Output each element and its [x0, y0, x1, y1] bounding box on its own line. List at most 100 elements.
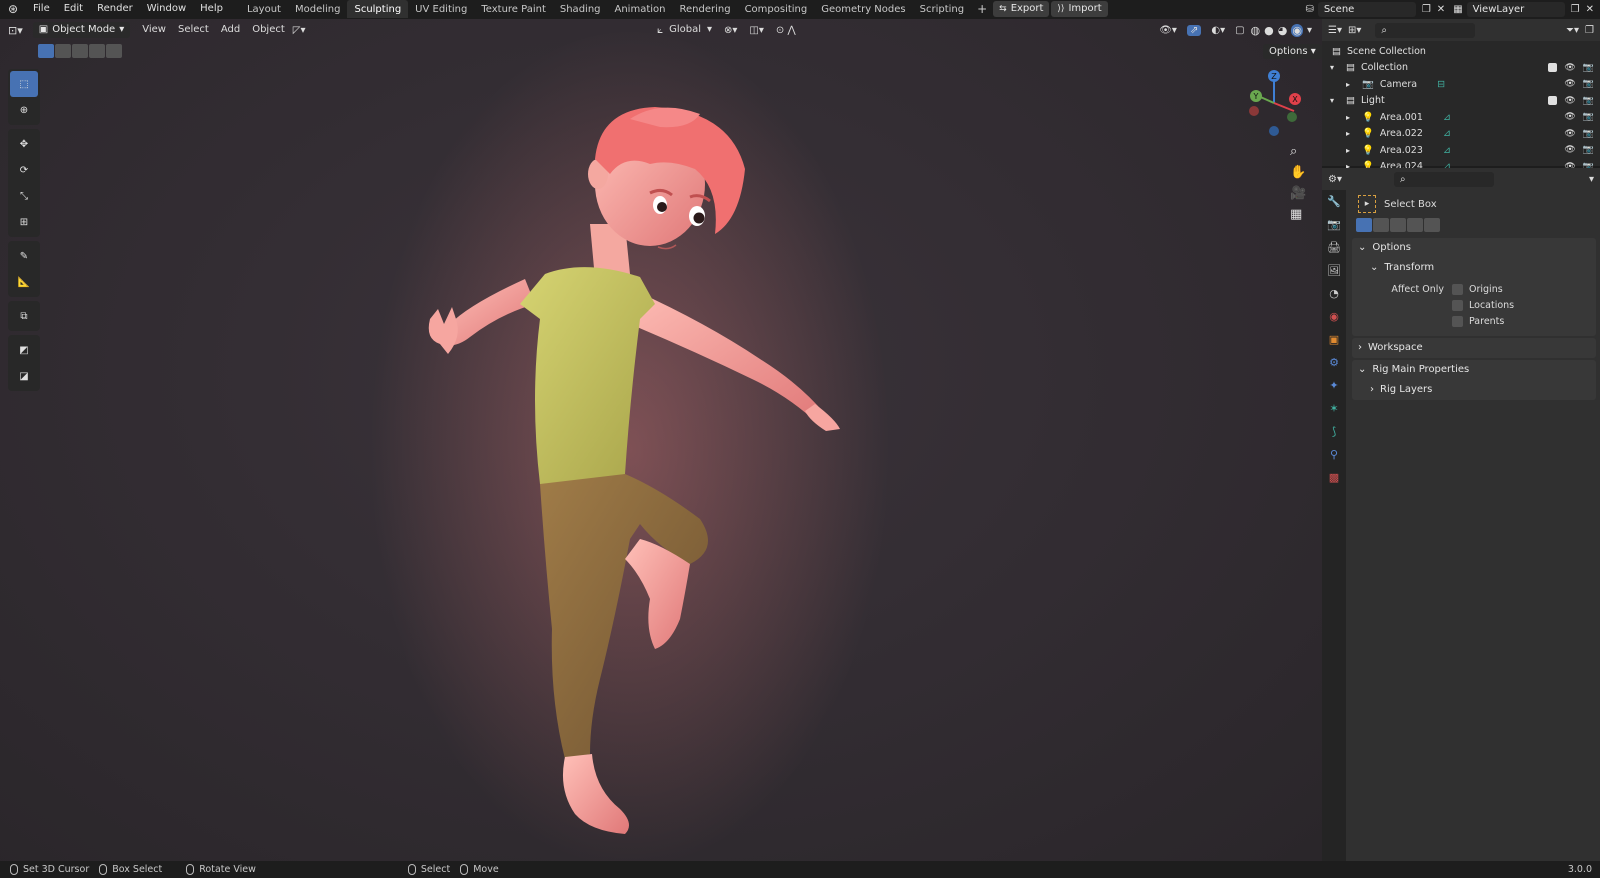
grid-toggle-icon[interactable]: ▦ [1290, 207, 1306, 222]
new-view-layer-icon[interactable]: ❐ [1571, 4, 1580, 15]
editor-type-icon[interactable]: ☰▾ [1328, 25, 1342, 36]
tab-uv-editing[interactable]: UV Editing [408, 0, 474, 18]
menu-view[interactable]: View [136, 22, 172, 38]
gizmo-neg-x[interactable] [1249, 106, 1259, 116]
3d-viewport[interactable]: ⬚ ⊕ ✥ ⟳ ⤡ ⊞ ✎ 📐 ⧉ ◩ ◪ Z X Y ⌕ ✋ 🎥 ▦ [0, 19, 1322, 861]
measure-tool-icon[interactable]: 📐 [10, 269, 38, 295]
outliner-item[interactable]: ▸ 💡 Area.022 ⊿ 👁 📷 [1322, 126, 1600, 143]
scene-selector-icon[interactable]: ⛁ [1305, 4, 1313, 15]
chevron-right-icon[interactable]: ▸ [1346, 80, 1358, 89]
rig-main-panel-header[interactable]: ⌄ Rig Main Properties [1352, 360, 1596, 380]
eye-icon[interactable]: 👁 [1564, 79, 1575, 89]
select-new-icon[interactable] [1356, 218, 1372, 232]
output-tab-icon[interactable]: 🖨 [1322, 236, 1346, 259]
select-new-icon[interactable] [38, 44, 54, 58]
chevron-right-icon[interactable]: ▸ [1346, 146, 1358, 155]
select-invert-icon[interactable] [1407, 218, 1423, 232]
tab-animation[interactable]: Animation [608, 0, 673, 18]
tab-texture-paint[interactable]: Texture Paint [474, 0, 553, 18]
locations-checkbox[interactable]: Locations [1452, 298, 1514, 314]
interaction-icon[interactable]: ◸▾ [293, 25, 306, 36]
select-intersect-icon[interactable] [1424, 218, 1440, 232]
navigation-gizmo[interactable]: Z X Y [1242, 67, 1306, 139]
remove-scene-icon[interactable]: ✕ [1437, 4, 1445, 15]
tab-scripting[interactable]: Scripting [913, 0, 971, 18]
gizmo-toggle-icon[interactable]: ⇗ [1186, 24, 1202, 36]
chevron-down-icon[interactable]: ▾ [1307, 25, 1312, 36]
select-subtract-icon[interactable] [72, 44, 88, 58]
chevron-right-icon[interactable]: ▸ [1346, 113, 1358, 122]
tab-compositing[interactable]: Compositing [738, 0, 815, 18]
select-invert-icon[interactable] [89, 44, 105, 58]
outliner-search-input[interactable]: ⌕ [1375, 22, 1476, 38]
gizmo-neg-y[interactable] [1287, 112, 1297, 122]
origins-checkbox[interactable]: Origins [1452, 282, 1514, 298]
world-tab-icon[interactable]: ◉ [1322, 305, 1346, 328]
visibility-icon[interactable]: 👁▾ [1159, 25, 1177, 36]
eye-icon[interactable]: 👁 [1564, 145, 1575, 155]
outliner-item[interactable]: ▾ ▤ Light 👁 📷 [1322, 93, 1600, 110]
shading-material-icon[interactable]: ◕ [1278, 24, 1288, 37]
transform-orientation-dropdown[interactable]: Global ▾ [663, 22, 718, 38]
shading-wireframe-icon[interactable]: ◍ [1251, 24, 1261, 37]
menu-window[interactable]: Window [140, 0, 193, 18]
menu-help[interactable]: Help [193, 0, 230, 18]
menu-edit[interactable]: Edit [57, 0, 90, 18]
tab-shading[interactable]: Shading [553, 0, 608, 18]
bend-tool-icon[interactable]: ◪ [10, 363, 38, 389]
render-tab-icon[interactable]: 📷 [1322, 213, 1346, 236]
new-scene-icon[interactable]: ❐ [1422, 4, 1431, 15]
eye-icon[interactable]: 👁 [1564, 63, 1575, 73]
transform-subpanel-header[interactable]: ⌄ Transform [1352, 258, 1596, 278]
select-intersect-icon[interactable] [106, 44, 122, 58]
pan-hand-icon[interactable]: ✋ [1290, 165, 1306, 180]
mode-dropdown[interactable]: ▣ Object Mode ▾ [32, 22, 131, 38]
editor-type-icon[interactable]: ⚙▾ [1328, 174, 1342, 185]
filter-icon[interactable]: ⏷▾ [1566, 25, 1579, 36]
editor-type-icon[interactable]: ⊡▾ [8, 24, 23, 37]
outliner-root[interactable]: ▤ Scene Collection [1322, 43, 1600, 60]
tab-geometry-nodes[interactable]: Geometry Nodes [814, 0, 912, 18]
menu-render[interactable]: Render [90, 0, 140, 18]
workspace-panel-header[interactable]: › Workspace [1352, 338, 1596, 358]
exclude-checkbox[interactable] [1548, 62, 1558, 72]
select-extend-icon[interactable] [1373, 218, 1389, 232]
shading-rendered-icon[interactable]: ◉ [1291, 23, 1303, 37]
parents-checkbox[interactable]: Parents [1452, 314, 1514, 330]
eye-icon[interactable]: 👁 [1564, 129, 1575, 139]
select-subtract-icon[interactable] [1390, 218, 1406, 232]
zoom-icon[interactable]: ⌕ [1290, 144, 1306, 159]
shading-solid-icon[interactable]: ● [1264, 24, 1274, 37]
tab-modeling[interactable]: Modeling [288, 0, 348, 18]
outliner-item[interactable]: ▸ 💡 Area.001 ⊿ 👁 📷 [1322, 109, 1600, 126]
menu-select[interactable]: Select [172, 22, 215, 38]
chevron-right-icon[interactable]: ▸ [1346, 129, 1358, 138]
particles-tab-icon[interactable]: ✦ [1322, 374, 1346, 397]
physics-tab-icon[interactable]: ✶ [1322, 397, 1346, 420]
rotate-tool-icon[interactable]: ⟳ [10, 157, 38, 183]
render-toggle-icon[interactable]: 📷 [1583, 112, 1594, 122]
eye-icon[interactable]: 👁 [1564, 96, 1575, 106]
view-layer-icon[interactable]: ▦ [1453, 4, 1462, 15]
cursor-tool-icon[interactable]: ⊕ [10, 97, 38, 123]
camera-view-icon[interactable]: 🎥 [1290, 186, 1306, 201]
tab-layout[interactable]: Layout [240, 0, 288, 18]
outliner-item[interactable]: ▸ 📷 Camera ⊟ 👁 📷 [1322, 76, 1600, 93]
view-layer-tab-icon[interactable]: 🖼 [1322, 259, 1346, 282]
gizmo-neg-z[interactable] [1269, 126, 1279, 136]
render-toggle-icon[interactable]: 📷 [1583, 63, 1594, 73]
import-button[interactable]: ⟩⟩ Import [1051, 1, 1108, 17]
proportional-edit-icon[interactable]: ⊙ ⋀ [776, 25, 796, 36]
new-collection-icon[interactable]: ❐ [1585, 25, 1594, 36]
chevron-down-icon[interactable]: ▾ [1330, 96, 1342, 105]
export-button[interactable]: ⇆ Export [993, 1, 1050, 17]
modifier-tab-icon[interactable]: ⚙ [1322, 351, 1346, 374]
snap-icon[interactable]: ◫▾ [749, 25, 763, 36]
texture-tab-icon[interactable]: ▩ [1322, 466, 1346, 489]
add-workspace-icon[interactable]: + [971, 2, 993, 16]
remove-view-layer-icon[interactable]: ✕ [1586, 4, 1594, 15]
xray-icon[interactable]: ▢ [1235, 25, 1244, 36]
properties-search-input[interactable]: ⌕ [1393, 171, 1494, 187]
annotate-tool-icon[interactable]: ✎ [10, 243, 38, 269]
render-toggle-icon[interactable]: 📷 [1583, 145, 1594, 155]
